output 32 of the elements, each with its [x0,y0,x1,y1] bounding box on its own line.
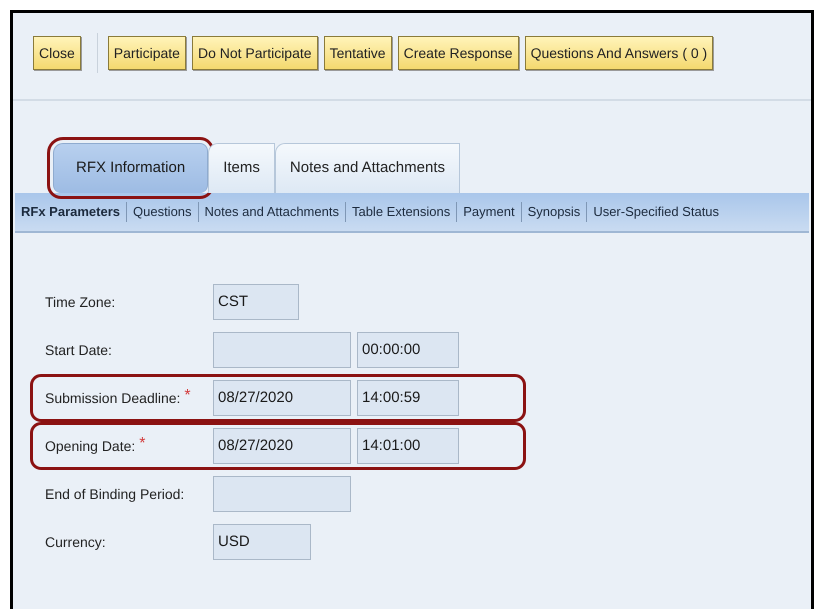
required-mark: * [184,388,191,404]
tab[interactable]: Notes and Attachments [274,143,460,193]
input-field[interactable] [213,476,351,512]
field-label: Time Zone: [45,292,116,312]
toolbar-button[interactable]: Close [33,36,81,70]
field-label: Submission Deadline: [45,388,180,408]
input-field[interactable]: USD [213,524,311,560]
input-field[interactable]: CST [213,284,299,320]
subtab-link[interactable]: User-Specified Status [593,202,720,222]
field-label: Start Date: [45,340,112,360]
subtab-link[interactable]: RFx Parameters [21,202,120,222]
input-field[interactable]: 00:00:00 [357,332,459,368]
subtab-link[interactable]: Synopsis [528,202,580,222]
input-field[interactable]: 14:00:59 [357,380,459,416]
toolbar-button[interactable]: Create Response [398,36,519,70]
subtab-link[interactable]: Table Extensions [352,202,450,222]
required-mark: * [139,436,146,452]
input-field[interactable]: 14:01:00 [357,428,459,464]
input-field[interactable]: 08/27/2020 [213,380,351,416]
subtab-link[interactable]: Notes and Attachments [204,202,339,222]
field-label: Opening Date: [45,436,136,456]
subtab-link[interactable]: Questions [133,202,192,222]
input-field[interactable]: 08/27/2020 [213,428,351,464]
toolbar-button[interactable]: Questions And Answers ( 0 ) [524,36,714,70]
toolbar-button[interactable]: Do Not Participate [192,36,318,70]
field-label: Currency: [45,532,106,552]
subtab-link[interactable]: Payment [463,202,515,222]
toolbar-button[interactable]: Tentative [324,36,392,70]
input-field[interactable] [213,332,351,368]
toolbar-button[interactable]: Participate [108,36,186,70]
field-label: End of Binding Period: [45,484,184,504]
tab[interactable]: Items [208,143,275,193]
